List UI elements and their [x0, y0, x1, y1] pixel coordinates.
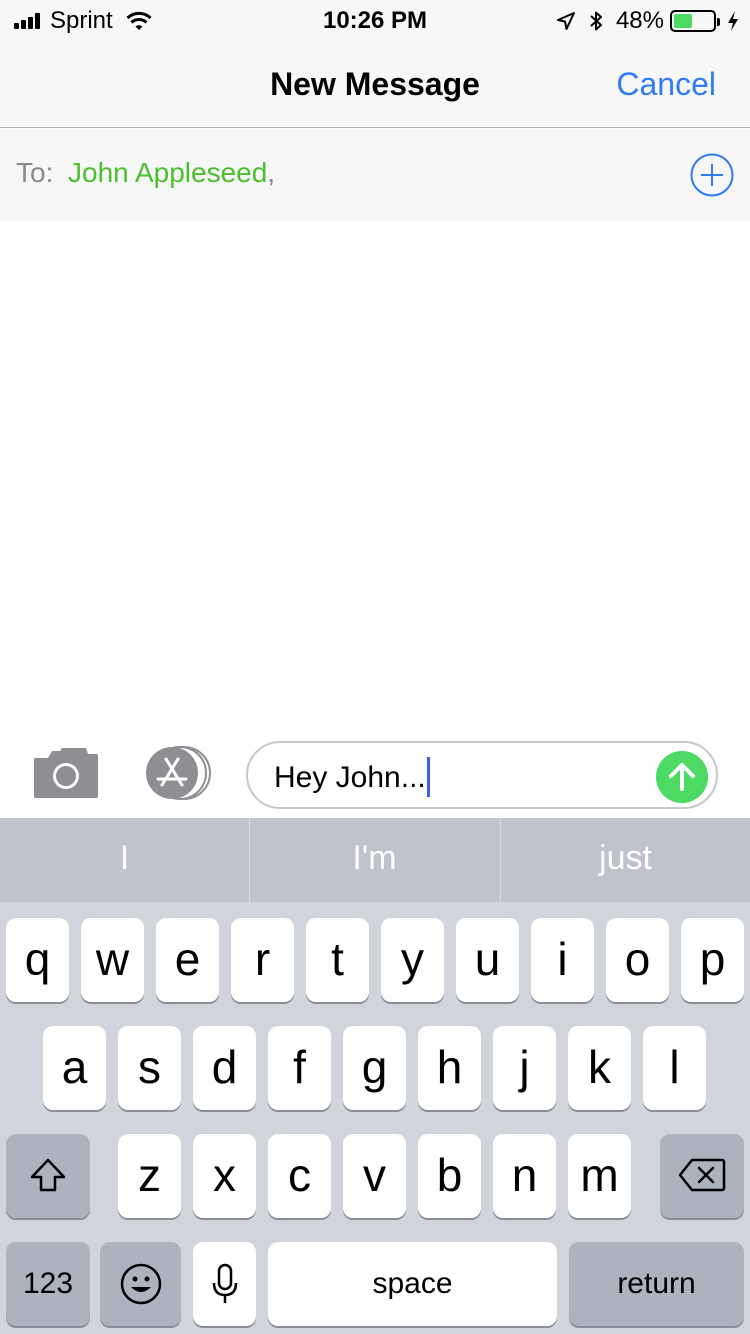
- arrow-up-icon[interactable]: [656, 751, 708, 803]
- suggestion-item[interactable]: just: [501, 818, 750, 902]
- key-z[interactable]: z: [118, 1134, 181, 1218]
- camera-icon[interactable]: [32, 746, 100, 800]
- key-x[interactable]: x: [193, 1134, 256, 1218]
- status-bar: Sprint 10:26 PM 48%: [0, 0, 750, 40]
- delete-key[interactable]: [660, 1134, 744, 1218]
- key-y[interactable]: y: [381, 918, 444, 1002]
- suggestion-bar: I I'm just: [0, 818, 750, 902]
- plus-circle-icon[interactable]: [690, 153, 734, 197]
- message-text: Hey John...: [274, 757, 430, 799]
- message-input[interactable]: Hey John...: [246, 741, 718, 809]
- key-s[interactable]: s: [118, 1026, 181, 1110]
- shift-icon: [30, 1158, 66, 1192]
- key-f[interactable]: f: [268, 1026, 331, 1110]
- key-i[interactable]: i: [531, 918, 594, 1002]
- key-w[interactable]: w: [81, 918, 144, 1002]
- to-label: To:: [16, 157, 54, 188]
- status-right: 48%: [556, 6, 740, 36]
- key-h[interactable]: h: [418, 1026, 481, 1110]
- emoji-icon: [120, 1263, 161, 1305]
- cancel-button[interactable]: Cancel: [616, 64, 716, 104]
- battery-cap: [717, 18, 720, 26]
- key-c[interactable]: c: [268, 1134, 331, 1218]
- dictation-key[interactable]: [193, 1242, 256, 1326]
- recipient-separator: ,: [267, 157, 276, 188]
- key-n[interactable]: n: [493, 1134, 556, 1218]
- battery-level: [674, 14, 693, 28]
- key-r[interactable]: r: [231, 918, 294, 1002]
- location-icon: [556, 12, 575, 30]
- battery-percent: 48%: [615, 7, 664, 34]
- recipient-token[interactable]: John Appleseed,: [68, 155, 275, 191]
- navigation-bar: New Message Cancel: [0, 40, 750, 128]
- key-p[interactable]: p: [681, 918, 744, 1002]
- key-k[interactable]: k: [568, 1026, 631, 1110]
- key-v[interactable]: v: [343, 1134, 406, 1218]
- battery-icon: [670, 10, 720, 32]
- keyboard: I I'm just q w e r t y u i o p a s d f g…: [0, 818, 750, 1334]
- emoji-key[interactable]: [100, 1242, 181, 1326]
- recipient-name: John Appleseed: [68, 157, 268, 188]
- key-b[interactable]: b: [418, 1134, 481, 1218]
- key-d[interactable]: d: [193, 1026, 256, 1110]
- key-u[interactable]: u: [456, 918, 519, 1002]
- microphone-icon: [212, 1263, 237, 1303]
- key-l[interactable]: l: [643, 1026, 706, 1110]
- app-store-icon[interactable]: [140, 745, 214, 801]
- key-g[interactable]: g: [343, 1026, 406, 1110]
- charging-icon: [728, 11, 738, 31]
- key-q[interactable]: q: [6, 918, 69, 1002]
- delete-icon: [678, 1158, 726, 1192]
- key-j[interactable]: j: [493, 1026, 556, 1110]
- key-e[interactable]: e: [156, 918, 219, 1002]
- key-t[interactable]: t: [306, 918, 369, 1002]
- message-value: Hey John...: [274, 760, 426, 794]
- conversation-area: [0, 221, 750, 741]
- key-o[interactable]: o: [606, 918, 669, 1002]
- text-caret: [426, 757, 430, 797]
- recipient-field[interactable]: To: John Appleseed,: [0, 129, 750, 221]
- numbers-key[interactable]: 123: [6, 1242, 90, 1326]
- shift-key[interactable]: [6, 1134, 90, 1218]
- bluetooth-icon: [590, 11, 602, 31]
- space-key[interactable]: space: [268, 1242, 557, 1326]
- suggestion-item[interactable]: I'm: [250, 818, 499, 902]
- key-a[interactable]: a: [43, 1026, 106, 1110]
- key-m[interactable]: m: [568, 1134, 631, 1218]
- suggestion-item[interactable]: I: [0, 818, 249, 902]
- return-key[interactable]: return: [569, 1242, 744, 1326]
